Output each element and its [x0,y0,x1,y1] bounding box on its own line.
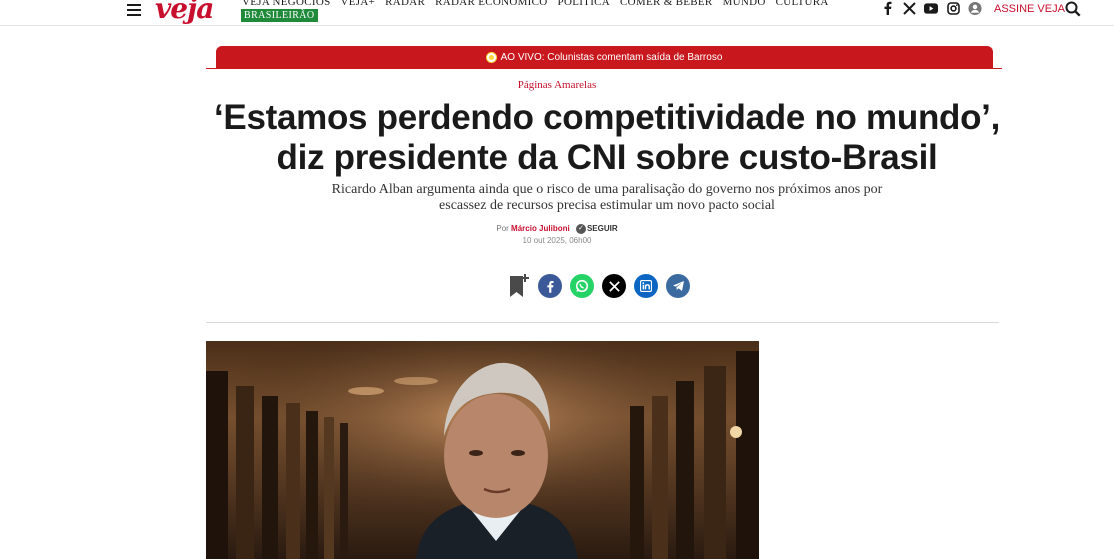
article-headline: ‘Estamos perdendo competitividade no mun… [150,98,1064,178]
x-icon[interactable] [902,1,916,15]
headline-line-1: ‘Estamos perdendo competitividade no mun… [213,98,1001,137]
veja-logo[interactable]: veja [155,0,214,25]
divider [206,322,999,323]
whatsapp-share-button[interactable] [570,274,594,298]
facebook-icon[interactable] [880,1,894,15]
linkedin-share-button[interactable] [634,274,658,298]
menu-icon[interactable] [127,4,141,16]
top-navigation: veja VEJA NEGÓCIOS VEJA+ RADAR RADAR ECO… [0,0,1114,26]
bookmark-icon[interactable] [508,273,530,299]
live-banner-text: AO VIVO: Colunistas comentam saída de Ba… [500,52,723,63]
byline: Por Márcio Juliboni ✓ SEGUIR [0,224,1114,234]
article-subtitle: Ricardo Alban argumenta ainda que o risc… [290,182,924,214]
follow-button[interactable]: SEGUIR [587,224,618,233]
author-link[interactable]: Márcio Juliboni [511,224,570,233]
nav-item-comer-beber[interactable]: COMER & BEBER [620,0,713,8]
live-banner-underline [206,68,1002,69]
nav-item-radar-economico[interactable]: RADAR ECONÔMICO [435,0,547,8]
hero-photo-portrait [206,341,759,559]
publish-date: 10 out 2025, 06h00 [522,236,592,245]
instagram-icon[interactable] [946,1,960,15]
youtube-icon[interactable] [924,1,938,15]
telegram-share-button[interactable] [666,274,690,298]
nav-item-cultura[interactable]: CULTURA [776,0,829,8]
social-links [880,1,982,15]
search-icon[interactable] [1065,1,1081,22]
nav-item-radar[interactable]: RADAR [385,0,425,8]
main-nav: VEJA NEGÓCIOS VEJA+ RADAR RADAR ECONÔMIC… [242,0,829,8]
article-hero-image[interactable] [206,341,759,559]
live-banner[interactable]: AO VIVO: Colunistas comentam saída de Ba… [216,46,993,69]
subtitle-line-2: escassez de recursos precisa estimular u… [439,198,775,213]
nav-item-mundo[interactable]: MUNDO [723,0,766,8]
byline-prefix: Por [496,224,509,234]
section-label[interactable]: Páginas Amarelas [0,79,1114,91]
facebook-share-button[interactable] [538,274,562,298]
headline-line-2: diz presidente da CNI sobre custo-Brasil [276,138,938,177]
subtitle-line-1: Ricardo Alban argumenta ainda que o risc… [331,182,883,197]
check-icon: ✓ [575,224,586,234]
brasileirao-badge[interactable]: BRASILEIRÃO [241,9,318,22]
live-indicator-icon [486,53,496,62]
nav-item-veja-plus[interactable]: VEJA+ [341,0,376,8]
nav-item-politica[interactable]: POLÍTICA [558,0,611,8]
user-icon[interactable] [968,1,982,15]
x-share-button[interactable] [602,274,626,298]
nav-item-veja-negocios[interactable]: VEJA NEGÓCIOS [242,0,331,8]
subscribe-link[interactable]: ASSINE VEJA [994,3,1065,15]
share-bar [508,273,690,299]
